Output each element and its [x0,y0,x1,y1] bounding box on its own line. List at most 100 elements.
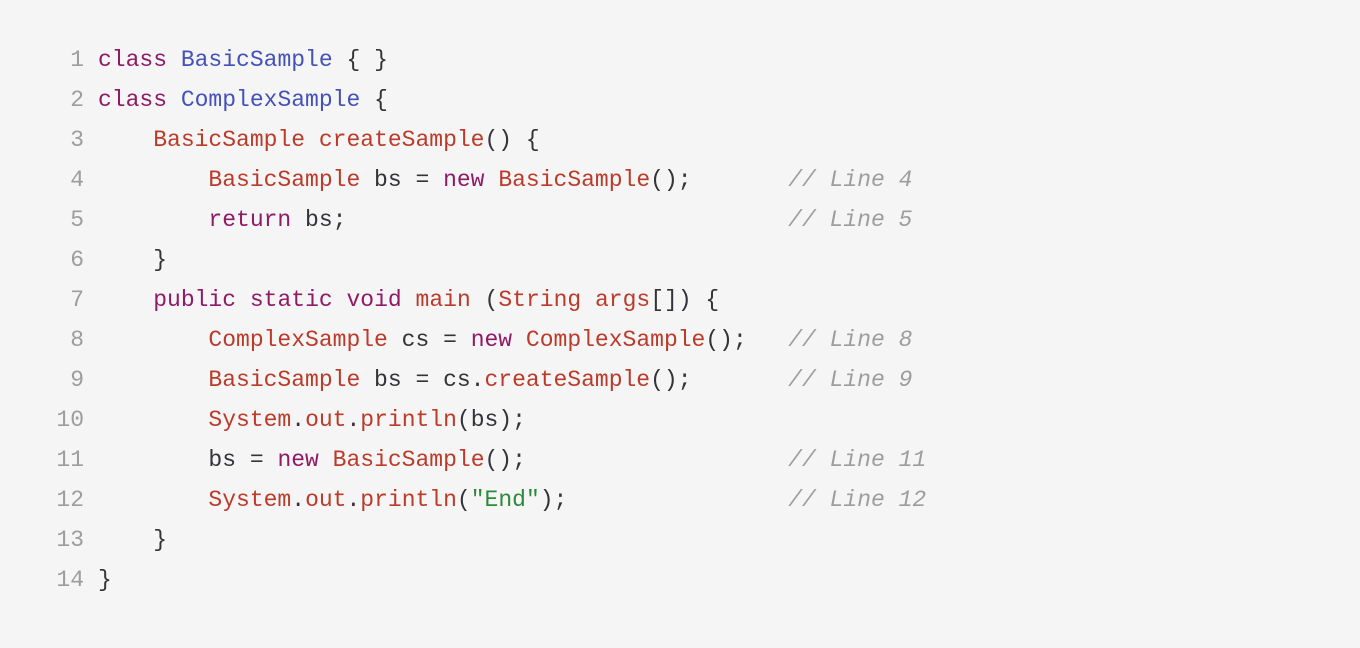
token-t: createSample [319,127,485,153]
token-p [581,287,595,313]
token-p [167,47,181,73]
code-content: System.out.println(bs); [98,400,1336,440]
token-p [167,87,181,113]
code-block: 1class BasicSample { }2class ComplexSamp… [0,0,1360,624]
token-p [333,287,347,313]
token-p: ); [540,487,568,513]
code-line: 12 System.out.println("End"); // Line 12 [24,480,1336,520]
comment: // Line 4 [788,167,912,193]
token-t: BasicSample [498,167,650,193]
code-line: 4 BasicSample bs = new BasicSample(); //… [24,160,1336,200]
token-k: new [443,167,484,193]
token-t: BasicSample [208,367,360,393]
line-number: 10 [24,400,98,440]
line-number: 14 [24,560,98,600]
code-line: 10 System.out.println(bs); [24,400,1336,440]
token-p: (); [650,167,691,193]
code-content: BasicSample bs = new BasicSample(); // L… [98,160,1336,200]
token-p: } [153,247,167,273]
line-number: 3 [24,120,98,160]
token-t: args [595,287,650,313]
line-number: 4 [24,160,98,200]
token-p: () { [485,127,540,153]
line-number: 9 [24,360,98,400]
token-t: ComplexSample [526,327,705,353]
token-k: public [153,287,236,313]
token-p: (); [485,447,526,473]
token-p: ( [457,487,471,513]
line-number: 6 [24,240,98,280]
token-t: BasicSample [333,447,485,473]
code-line: 11 bs = new BasicSample(); // Line 11 [24,440,1336,480]
token-p: cs = [388,327,471,353]
token-p [236,287,250,313]
line-number: 7 [24,280,98,320]
code-content: class BasicSample { } [98,40,1336,80]
token-p [319,447,333,473]
token-p: } [153,527,167,553]
code-content: } [98,520,1336,560]
token-p: bs = [208,447,277,473]
code-content: class ComplexSample { [98,80,1336,120]
code-line: 5 return bs; // Line 5 [24,200,1336,240]
code-content: System.out.println("End"); // Line 12 [98,480,1336,520]
code-line: 13 } [24,520,1336,560]
code-line: 9 BasicSample bs = cs.createSample(); //… [24,360,1336,400]
token-t: ComplexSample [208,327,387,353]
code-content: BasicSample createSample() { [98,120,1336,160]
token-k: new [277,447,318,473]
code-line: 6 } [24,240,1336,280]
token-p [512,327,526,353]
comment: // Line 8 [788,327,912,353]
line-number: 2 [24,80,98,120]
code-line: 3 BasicSample createSample() { [24,120,1336,160]
token-p: bs; [291,207,346,233]
token-p: (bs); [457,407,526,433]
token-p: . [346,487,360,513]
code-content: BasicSample bs = cs.createSample(); // L… [98,360,1336,400]
token-p: { [360,87,388,113]
token-k: void [347,287,402,313]
token-t: BasicSample [153,127,305,153]
line-number: 11 [24,440,98,480]
token-k: class [98,87,167,113]
code-content: ComplexSample cs = new ComplexSample(); … [98,320,1336,360]
code-content: } [98,560,1336,600]
token-t: System [208,487,291,513]
comment: // Line 5 [788,207,912,233]
token-k: new [471,327,512,353]
token-k: return [208,207,291,233]
code-content: public static void main (String args[]) … [98,280,1336,320]
code-content: return bs; // Line 5 [98,200,1336,240]
comment: // Line 12 [788,487,926,513]
token-p: bs = [360,167,443,193]
token-p: . [346,407,360,433]
token-p [305,127,319,153]
token-p: bs = cs. [360,367,484,393]
token-cls: BasicSample [181,47,333,73]
token-t: createSample [484,367,650,393]
token-p: (); [705,327,746,353]
token-p: . [291,487,305,513]
token-p [485,167,499,193]
token-t: BasicSample [208,167,360,193]
code-line: 14} [24,560,1336,600]
token-p: } [98,567,112,593]
code-content: } [98,240,1336,280]
code-content: bs = new BasicSample(); // Line 11 [98,440,1336,480]
token-t: System [208,407,291,433]
token-p [402,287,416,313]
code-line: 1class BasicSample { } [24,40,1336,80]
code-line: 7 public static void main (String args[]… [24,280,1336,320]
code-line: 2class ComplexSample { [24,80,1336,120]
token-p: { } [333,47,388,73]
token-s: "End" [471,487,540,513]
token-k: class [98,47,167,73]
line-number: 8 [24,320,98,360]
line-number: 13 [24,520,98,560]
token-p: . [291,407,305,433]
token-p: []) { [650,287,719,313]
token-p: (); [650,367,691,393]
comment: // Line 11 [788,447,926,473]
token-k: static [250,287,333,313]
